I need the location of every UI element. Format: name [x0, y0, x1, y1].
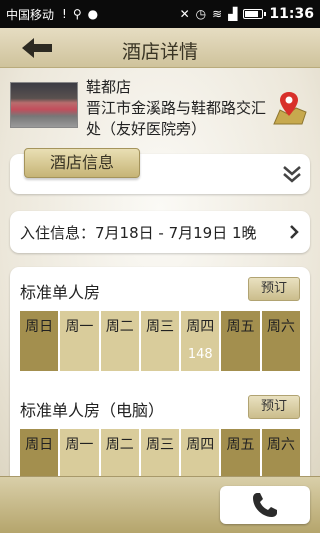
- status-notification-icons: ! ⚲ ●: [62, 8, 98, 20]
- day-cell-thu[interactable]: 周四 148: [181, 311, 220, 371]
- usb-icon: ⚲: [72, 7, 82, 21]
- day-cell-tue[interactable]: 周二: [100, 311, 139, 371]
- alert-icon: !: [62, 7, 67, 21]
- book-button[interactable]: 预订: [248, 277, 300, 301]
- day-label: 周五: [226, 319, 255, 335]
- wifi-icon: ≋: [212, 7, 223, 21]
- day-cell-tue[interactable]: 周二: [100, 429, 139, 476]
- qq-icon: ●: [87, 7, 99, 21]
- day-label: 周日: [25, 319, 54, 335]
- day-cell-mon[interactable]: 周一: [60, 311, 99, 371]
- day-cell-wed[interactable]: 周三: [140, 429, 180, 476]
- page-title: 酒店详情: [121, 41, 198, 63]
- room-item: 标准单人房 预订 周日 周一 周二 周三 周四 148 周五 周六: [10, 267, 310, 371]
- week-availability: 周日 周一 周二 周三 周四 148 周五 周六: [20, 311, 300, 371]
- hotel-address: 晋江市金溪路与鞋都路交汇处（友好医院旁）: [86, 99, 267, 138]
- day-label: 周一: [65, 319, 94, 335]
- day-label: 周四: [186, 437, 215, 453]
- day-label: 周二: [105, 437, 134, 453]
- phone-icon: [253, 493, 277, 517]
- app-header: 酒店详情: [0, 28, 320, 68]
- alarm-icon: ◷: [195, 7, 207, 21]
- status-bar: 中国移动 ! ⚲ ● ✕ ◷ ≋ ▟ 11:36: [0, 0, 320, 28]
- room-name: 标准单人房: [20, 283, 101, 302]
- day-cell-thu[interactable]: 周四: [181, 429, 220, 476]
- day-label: 周三: [145, 437, 174, 453]
- day-label: 周六: [266, 319, 295, 335]
- bottom-toolbar: [0, 476, 320, 533]
- day-label: 周一: [65, 437, 94, 453]
- day-label: 周日: [25, 437, 54, 453]
- signal-icon: ▟: [228, 7, 238, 21]
- checkin-info-row[interactable]: 入住信息：7月18日 - 7月19日 1晚: [10, 211, 310, 253]
- day-cell-wed[interactable]: 周三: [140, 311, 180, 371]
- mute-icon: ✕: [179, 7, 190, 21]
- day-price: 148: [187, 347, 213, 362]
- day-label: 周三: [145, 319, 174, 335]
- battery-icon: [243, 9, 267, 19]
- carrier-name: 中国移动: [6, 7, 55, 22]
- day-cell-sun[interactable]: 周日: [20, 311, 59, 371]
- clock: 11:36: [269, 6, 314, 22]
- checkin-info-text: 入住信息：7月18日 - 7月19日 1晚: [20, 224, 257, 242]
- chevron-right-icon: [288, 224, 300, 240]
- room-name: 标准单人房（电脑）: [20, 401, 165, 420]
- book-button[interactable]: 预订: [248, 395, 300, 419]
- main-content[interactable]: 鞋都店 晋江市金溪路与鞋都路交汇处（友好医院旁） 酒店信息 入住信息：7月18日…: [0, 68, 320, 476]
- expand-button[interactable]: [282, 164, 302, 184]
- day-cell-fri[interactable]: 周五: [221, 311, 260, 371]
- map-button[interactable]: [272, 90, 308, 126]
- day-cell-mon[interactable]: 周一: [60, 429, 99, 476]
- status-system-icons: ✕ ◷ ≋ ▟ 11:36: [180, 6, 314, 22]
- double-chevron-down-icon: [283, 166, 301, 183]
- hotel-summary: 鞋都店 晋江市金溪路与鞋都路交汇处（友好医院旁）: [10, 74, 310, 138]
- day-label: 周四: [186, 319, 215, 335]
- day-cell-sat[interactable]: 周六: [261, 311, 300, 371]
- room-item: 标准单人房（电脑） 预订 周日 周一 周二 周三 周四 周五 周六: [10, 385, 310, 476]
- day-cell-sun[interactable]: 周日: [20, 429, 59, 476]
- day-cell-sat[interactable]: 周六: [261, 429, 300, 476]
- map-pin-icon: [273, 92, 307, 125]
- day-cell-fri[interactable]: 周五: [221, 429, 260, 476]
- day-label: 周五: [226, 437, 255, 453]
- week-availability: 周日 周一 周二 周三 周四 周五 周六: [20, 429, 300, 476]
- day-label: 周二: [105, 319, 134, 335]
- call-button[interactable]: [220, 486, 310, 524]
- room-list[interactable]: 标准单人房 预订 周日 周一 周二 周三 周四 148 周五 周六 标准单人房（…: [10, 267, 310, 476]
- day-label: 周六: [266, 437, 295, 453]
- tab-hotel-info[interactable]: 酒店信息: [24, 148, 140, 178]
- hotel-name: 鞋都店: [86, 78, 132, 96]
- hotel-photo[interactable]: [10, 82, 78, 128]
